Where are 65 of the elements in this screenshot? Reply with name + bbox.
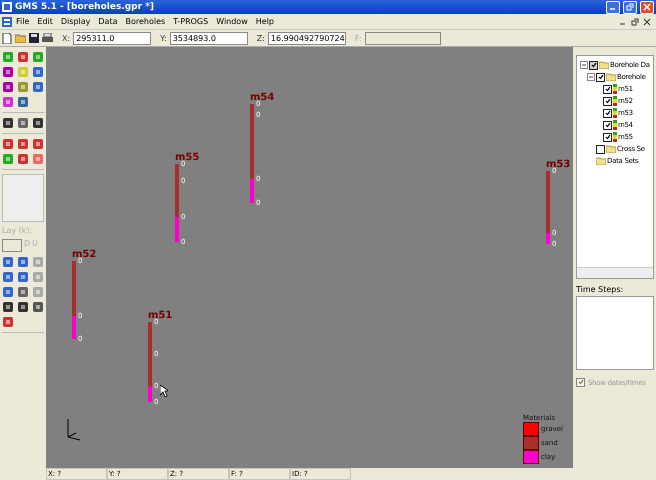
menu-item[interactable]: T-PROGS [169,17,212,26]
toolbox-icon[interactable] [17,117,29,129]
tree-checkbox[interactable] [596,72,605,82]
menu-item[interactable]: Window [212,17,252,26]
coordinate-field[interactable] [364,32,441,44]
toolbox-icon[interactable] [17,256,29,268]
toolbox-icon[interactable] [2,117,14,129]
close-icon[interactable] [643,18,651,26]
menu-item[interactable]: Help [252,17,278,26]
toolbox-icon[interactable] [17,301,29,313]
tree-checkbox[interactable] [603,132,612,142]
close-button[interactable] [640,0,654,14]
tree-checkbox[interactable] [603,84,612,94]
window-title: GMS 5.1 - [boreholes.gpr *] [15,2,156,12]
time-steps-list[interactable] [576,296,654,370]
preview-panel [2,174,44,222]
menu-item[interactable]: Edit [33,17,57,26]
tree-checkbox[interactable] [589,60,598,70]
tree-checkbox[interactable] [596,144,605,154]
borehole-icon [613,132,617,142]
toolbox-icon[interactable] [17,271,29,283]
open-folder-icon[interactable] [15,33,26,43]
save-icon[interactable] [29,33,39,43]
restore-button[interactable] [623,0,637,14]
tree-checkbox[interactable] [603,96,612,106]
restore-icon[interactable] [631,18,639,26]
toolbox-icon[interactable] [17,96,29,108]
menu-item[interactable]: Data [94,17,122,26]
borehole-icon [613,108,617,118]
toolbox-icon[interactable] [2,286,14,298]
coordinate-field[interactable]: 3534893.0 [170,32,248,44]
printer-icon[interactable] [42,33,53,43]
horizontal-scrollbar[interactable] [577,267,653,278]
minimize-button[interactable] [606,0,620,14]
toolbox-icon[interactable] [2,301,14,313]
document-icon[interactable] [2,16,12,26]
tree-checkbox[interactable] [603,120,612,130]
toolbox-icon[interactable] [2,66,14,78]
coordinate-label: Z: [256,34,265,42]
menu-item[interactable]: File [12,17,34,26]
coordinate-field[interactable]: 295311.0 [73,32,152,44]
toolbox-icon[interactable] [17,286,29,298]
toolbox-icon[interactable] [32,117,44,129]
coordinate-label: F: [354,34,362,42]
time-steps-label: Time Steps: [576,285,624,294]
new-file-icon[interactable] [2,32,12,44]
tree-checkbox[interactable] [603,108,612,118]
layer-field[interactable] [2,239,22,252]
app-icon [2,2,12,12]
layer-label: Lay (k): [2,226,34,235]
coordinate-label: Y: [160,34,167,42]
menu-item[interactable]: Display [56,17,94,26]
toolbox-icon[interactable] [32,66,44,78]
coordinate-field[interactable]: 16.990492790724 [268,32,346,44]
toolbox-icon[interactable] [32,81,44,93]
borehole-icon [613,84,617,94]
toolbox-icon[interactable] [2,271,14,283]
borehole-icon [613,96,617,106]
borehole-icon [613,120,617,130]
toolbox-icon[interactable] [32,301,44,313]
cursor-icon [160,385,168,397]
toolbox-icon[interactable] [2,81,14,93]
toolbox-icon[interactable] [2,256,14,268]
coordinate-label: X: [62,34,70,42]
menu-item[interactable]: Boreholes [122,17,170,26]
